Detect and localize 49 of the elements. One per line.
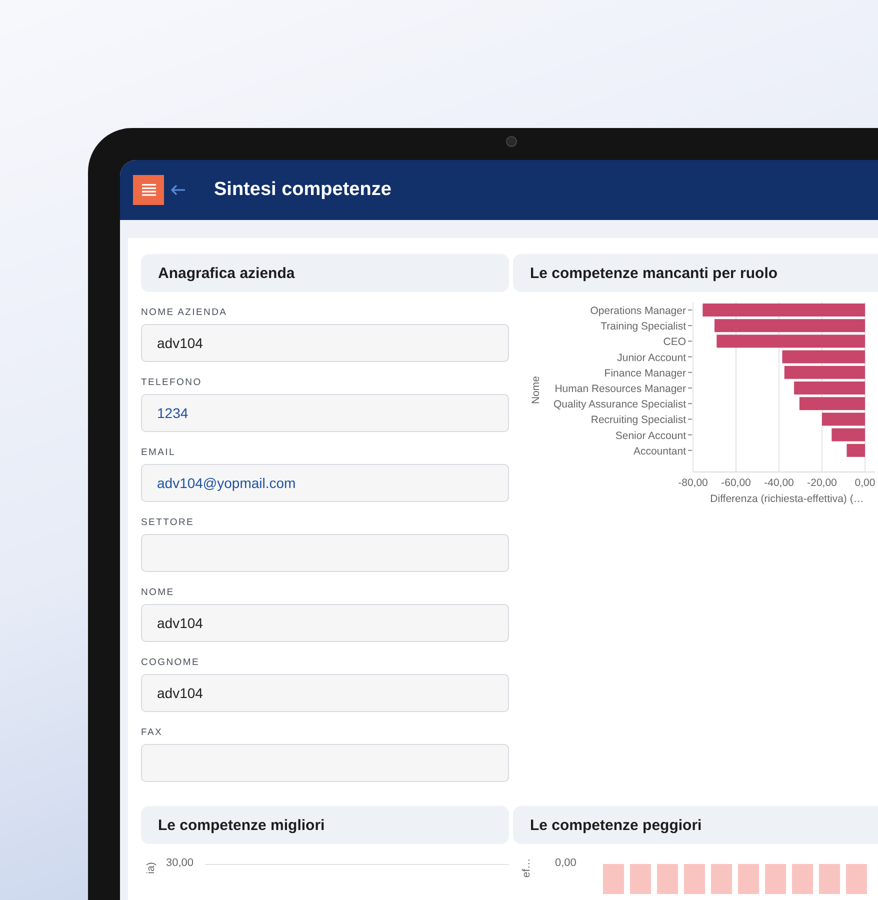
tick-label: -20,00 [807, 477, 837, 489]
field-label: NOME [141, 587, 176, 598]
axis-label: Accountant [633, 445, 686, 458]
axis-label: Senior Account [615, 430, 686, 442]
field-label: SETTORE [141, 517, 196, 528]
section-header: Le competenze mancanti per ruolo [513, 254, 878, 292]
tick-label: -60,00 [721, 477, 751, 489]
axis-title: Nome [530, 376, 542, 404]
input-field[interactable]: adv104 [141, 324, 509, 362]
axis-label: Training Specialist [600, 320, 686, 333]
tick-label: -40,00 [764, 477, 794, 489]
section-header: Anagrafica azienda [141, 254, 509, 292]
camera-icon [506, 136, 517, 147]
tick-label: 0,00 [555, 857, 576, 869]
field-label: TELEFONO [141, 377, 203, 388]
axis-label: Human Resources Manager [554, 383, 686, 395]
bar [799, 397, 865, 410]
tick-label: 30,00 [166, 857, 194, 869]
back-arrow-icon [170, 184, 186, 196]
input-field[interactable] [141, 534, 509, 572]
tick-label: 0,00 [854, 477, 876, 489]
input-field[interactable]: adv104 [141, 674, 509, 712]
section-header: Le competenze migliori [141, 806, 509, 844]
axis-title: ef… [520, 858, 533, 878]
input-field[interactable]: 1234 [141, 394, 509, 432]
input-field[interactable]: adv104 [141, 604, 509, 642]
bar [822, 412, 865, 426]
bar [794, 382, 865, 394]
axis-label: Finance Manager [604, 367, 686, 380]
bar [832, 428, 865, 442]
bar [846, 444, 865, 457]
axis-label: Junior Account [617, 352, 686, 364]
axis-label: Quality Assurance Specialist [554, 398, 686, 411]
menu-icon [142, 184, 156, 196]
axis-label: Operations Manager [590, 305, 686, 317]
field-label: FAX [141, 727, 164, 738]
section-header: Le competenze peggiori [513, 806, 878, 844]
axis-label: CEO [663, 336, 686, 348]
input-field[interactable]: adv104@yopmail.com [141, 464, 509, 502]
page-title: Sintesi competenze [214, 179, 392, 201]
axis-title: Differenza (richiesta-effettiva) (… [710, 493, 864, 505]
field-label: EMAIL [141, 447, 177, 458]
input-field[interactable] [141, 744, 509, 782]
field-label: COGNOME [141, 657, 201, 668]
field-label: NOME AZIENDA [141, 307, 228, 318]
axis-label: Recruiting Specialist [590, 414, 686, 426]
menu-button[interactable] [133, 175, 164, 205]
axis-title: ia) [144, 862, 157, 874]
tick-label: -80,00 [678, 477, 708, 489]
